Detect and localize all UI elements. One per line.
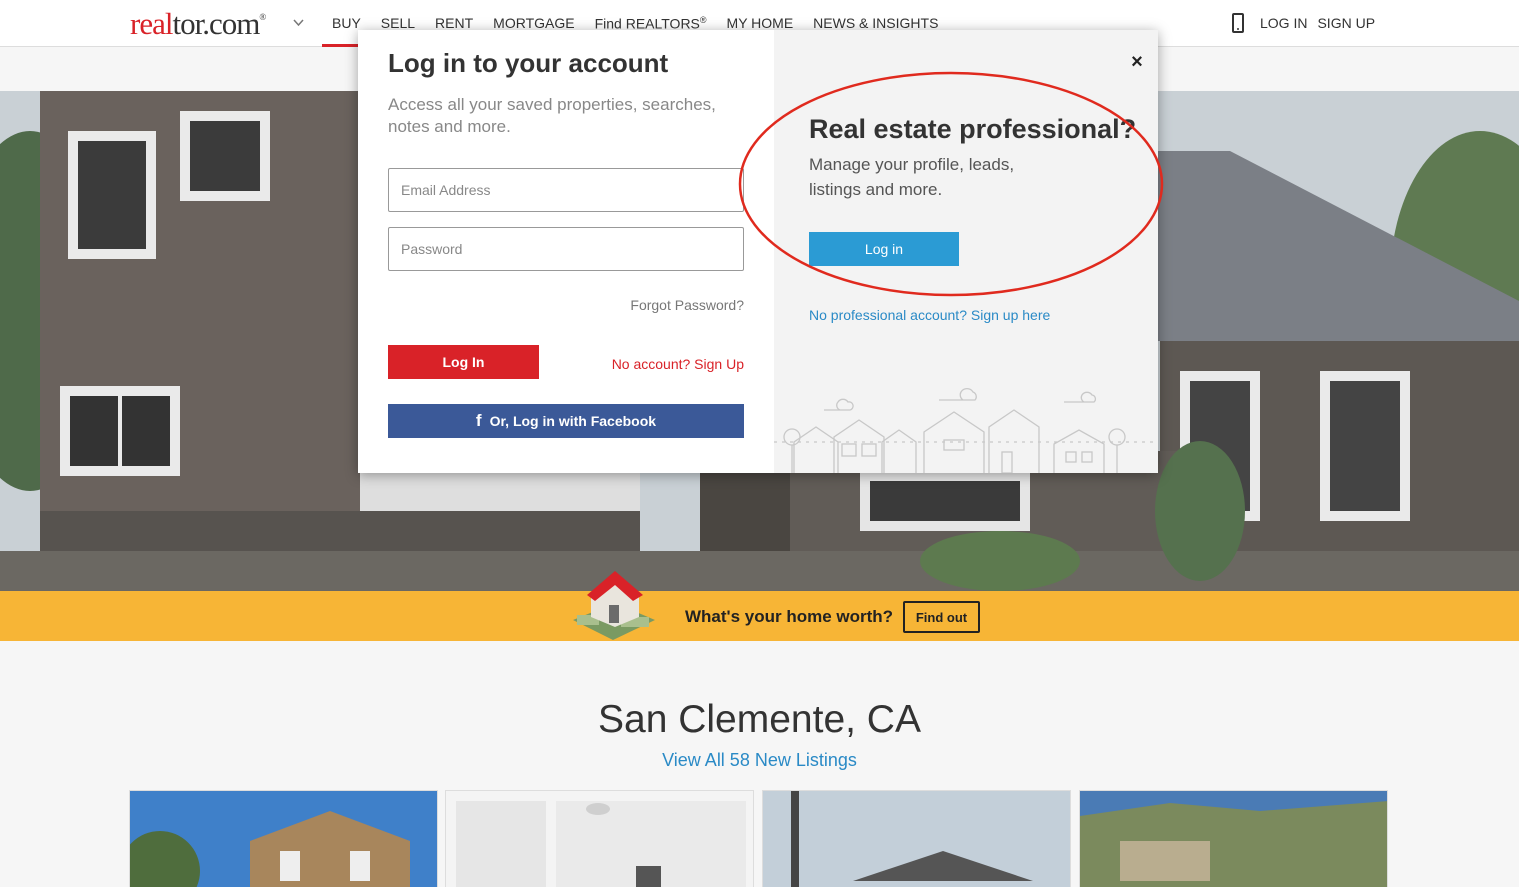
listing-photo	[130, 791, 437, 887]
header-login-link[interactable]: LOG IN	[1260, 15, 1307, 31]
email-field[interactable]	[388, 168, 744, 212]
forgot-password-link[interactable]: Forgot Password?	[558, 297, 744, 313]
city-heading: San Clemente, CA	[598, 698, 921, 741]
password-field[interactable]	[388, 227, 744, 271]
find-out-button[interactable]: Find out	[903, 601, 980, 633]
house-money-icon	[573, 571, 655, 640]
modal-subtitle: Access all your saved properties, search…	[388, 95, 716, 136]
modal-title: Log in to your account	[388, 48, 669, 78]
listing-photo	[1080, 791, 1387, 887]
sign-up-link[interactable]: No account? Sign Up	[568, 356, 744, 372]
listing-photo	[446, 791, 753, 887]
facebook-login-label: Or, Log in with Facebook	[489, 413, 657, 429]
listing-photo	[763, 791, 1070, 887]
login-button[interactable]: Log In	[388, 345, 539, 379]
realtor-logo[interactable]: realtor.com®	[130, 6, 266, 42]
account-links: LOG IN SIGN UP	[1232, 13, 1375, 33]
pro-title: Real estate professional?	[809, 114, 1137, 144]
chevron-down-icon[interactable]	[293, 17, 304, 28]
header-signup-link[interactable]: SIGN UP	[1317, 15, 1375, 31]
facebook-login-button[interactable]: f Or, Log in with Facebook	[388, 404, 744, 438]
view-all-listings-link[interactable]: View All 58 New Listings	[0, 750, 1519, 771]
close-icon[interactable]: ×	[1129, 50, 1145, 74]
mobile-phone-icon[interactable]	[1232, 13, 1244, 33]
houses-line-illustration	[774, 388, 1158, 473]
listing-card[interactable]	[129, 790, 438, 887]
pro-subtitle: Manage your profile, leads, listings and…	[809, 155, 1015, 199]
pro-signup-link[interactable]: No professional account? Sign up here	[809, 307, 1050, 323]
home-worth-question: What's your home worth?	[685, 607, 894, 626]
pro-login-button[interactable]: Log in	[809, 232, 959, 266]
listing-card[interactable]	[445, 790, 754, 887]
listing-card[interactable]	[1079, 790, 1388, 887]
login-modal: Log in to your account Access all your s…	[358, 30, 1158, 473]
facebook-icon: f	[475, 411, 482, 430]
listing-card[interactable]	[762, 790, 1071, 887]
